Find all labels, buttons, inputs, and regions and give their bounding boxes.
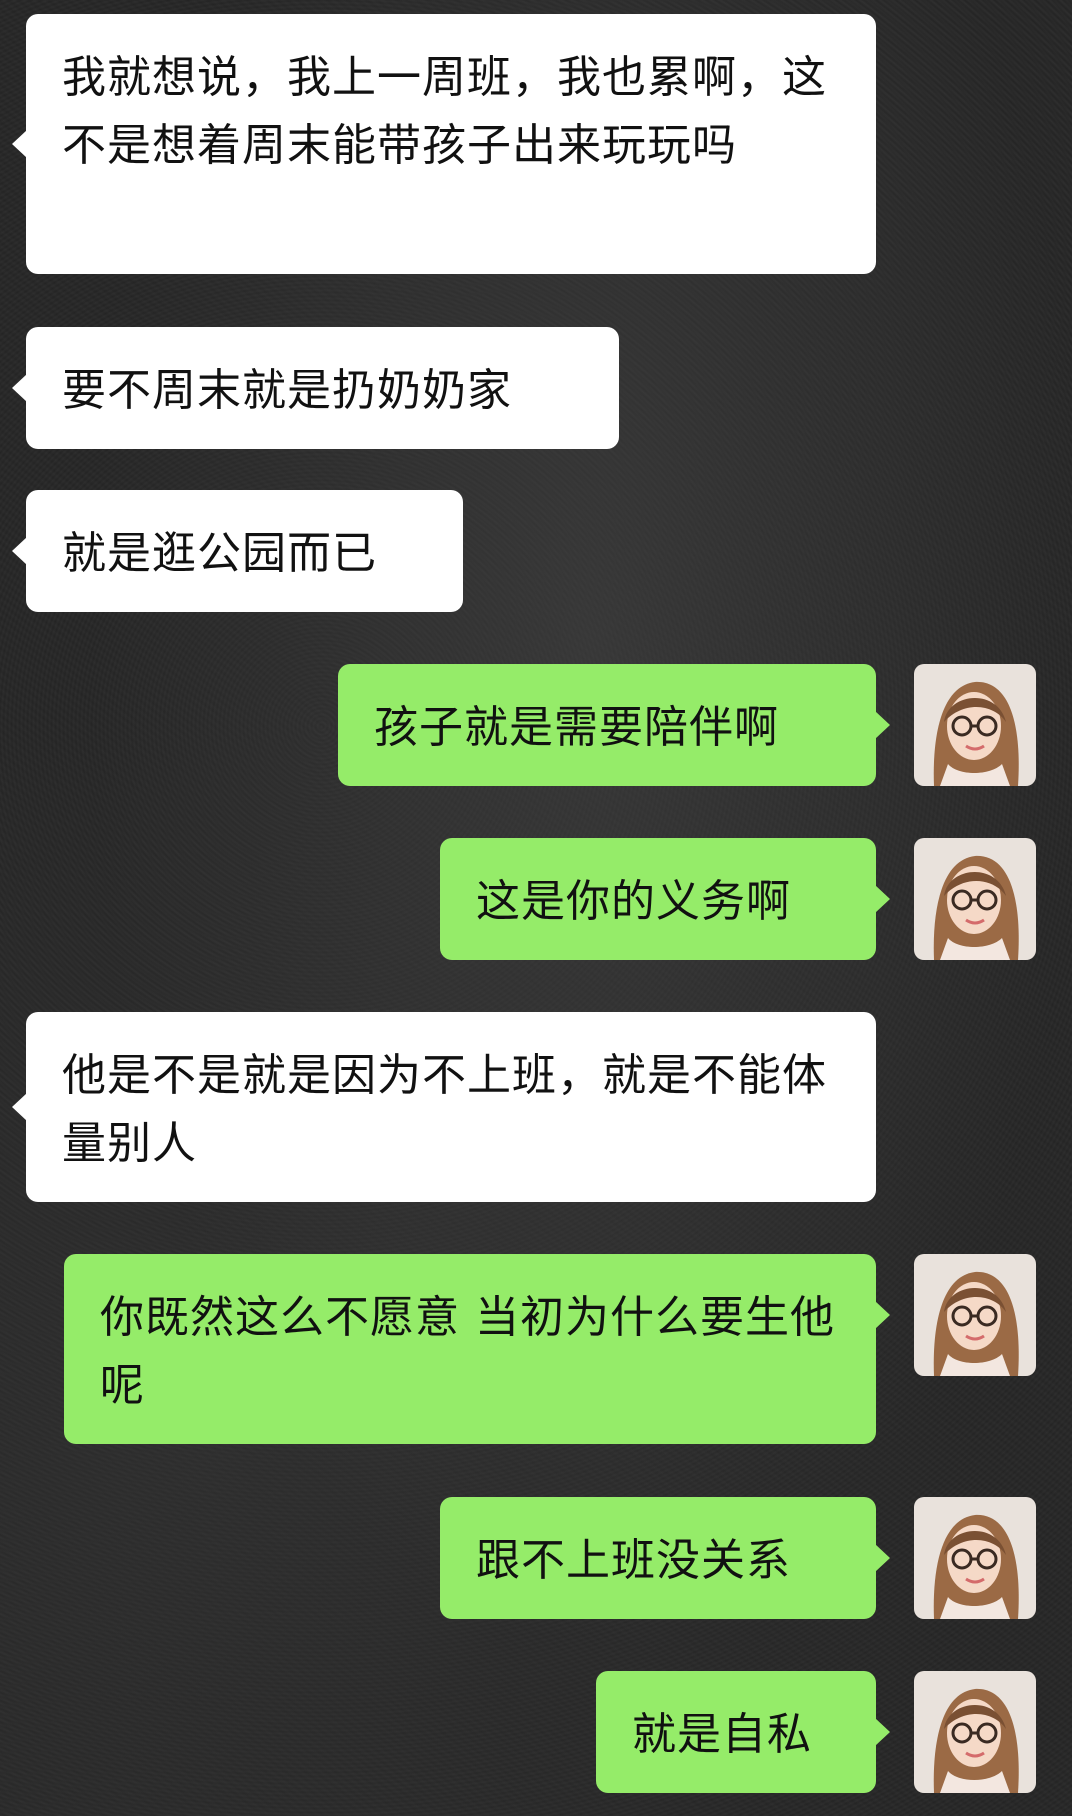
message-text: 就是自私: [632, 1709, 812, 1760]
message-bubble-outgoing[interactable]: 孩子就是需要陪伴啊: [338, 664, 890, 786]
message-bubble-incoming[interactable]: 就是逛公园而已: [12, 490, 463, 612]
message-text: 要不周末就是扔奶奶家: [62, 365, 512, 416]
message-text: 跟不上班没关系: [476, 1535, 791, 1586]
avatar-icon: [914, 838, 1036, 960]
avatar-icon: [914, 1671, 1036, 1793]
message-text: 孩子就是需要陪伴啊: [374, 702, 779, 753]
avatar-icon: [914, 664, 1036, 786]
avatar-icon: [914, 1254, 1036, 1376]
message-text: 这是你的义务啊: [476, 876, 791, 927]
chat-area: 我就想说，我上一周班，我也累啊，这不是想着周末能带孩子出来玩玩吗 要不周末就是扔…: [0, 0, 1072, 1816]
message-bubble-outgoing[interactable]: 跟不上班没关系: [440, 1497, 890, 1619]
message-bubble-incoming[interactable]: 他是不是就是因为不上班，就是不能体量别人: [12, 1012, 876, 1202]
user-avatar[interactable]: [914, 1671, 1036, 1793]
avatar-icon: [914, 1497, 1036, 1619]
message-bubble-incoming[interactable]: 我就想说，我上一周班，我也累啊，这不是想着周末能带孩子出来玩玩吗: [12, 14, 876, 274]
user-avatar[interactable]: [914, 1497, 1036, 1619]
user-avatar[interactable]: [914, 664, 1036, 786]
message-bubble-outgoing[interactable]: 就是自私: [596, 1671, 890, 1793]
user-avatar[interactable]: [914, 838, 1036, 960]
message-bubble-outgoing[interactable]: 这是你的义务啊: [440, 838, 890, 960]
message-bubble-outgoing[interactable]: 你既然这么不愿意 当初为什么要生他呢: [64, 1254, 890, 1444]
user-avatar[interactable]: [914, 1254, 1036, 1376]
message-bubble-incoming[interactable]: 要不周末就是扔奶奶家: [12, 327, 619, 449]
message-text: 就是逛公园而已: [62, 528, 377, 579]
message-text: 他是不是就是因为不上班，就是不能体量别人: [62, 1050, 827, 1169]
message-text: 我就想说，我上一周班，我也累啊，这不是想着周末能带孩子出来玩玩吗: [62, 52, 827, 171]
message-text: 你既然这么不愿意 当初为什么要生他呢: [100, 1292, 835, 1411]
